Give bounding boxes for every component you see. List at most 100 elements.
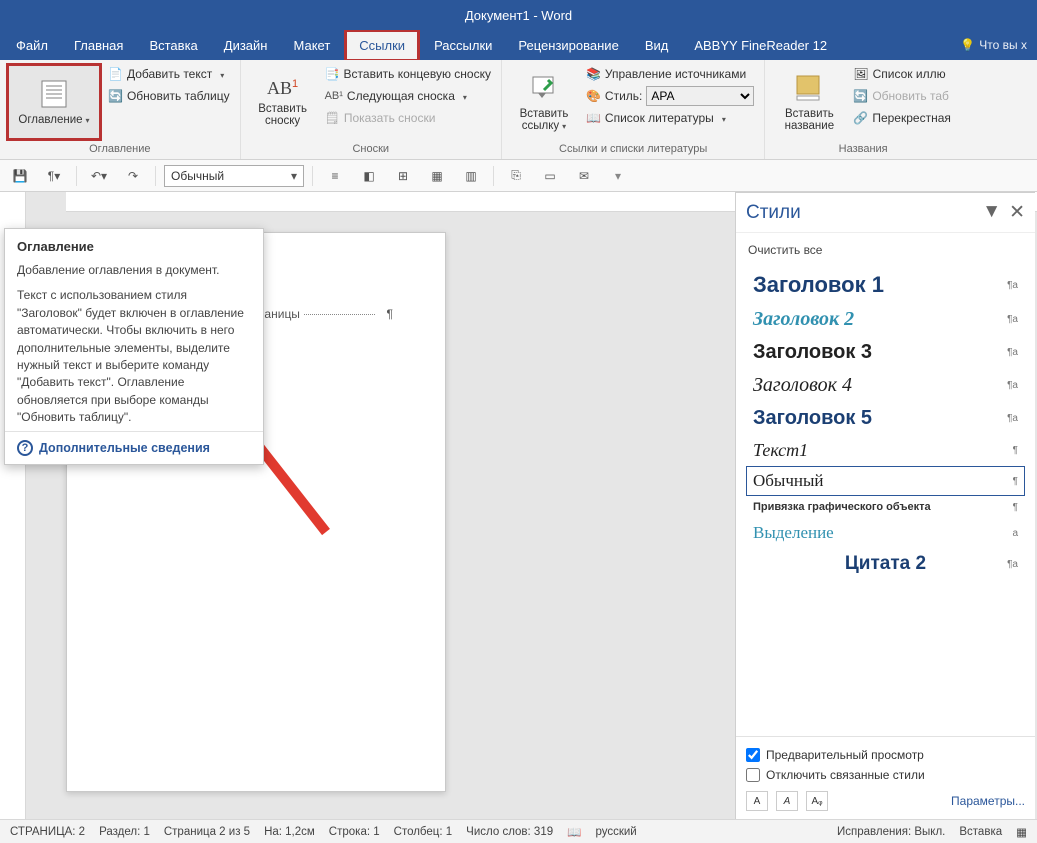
status-insert[interactable]: Вставка	[959, 826, 1002, 838]
tab-home[interactable]: Главная	[62, 32, 135, 59]
tab-abbyy[interactable]: ABBYY FineReader 12	[682, 32, 839, 59]
ribbon-group-toc: Оглавление 📄 Добавить текст 🔄 Обновить т…	[0, 60, 241, 159]
tooltip-summary: Добавление оглавления в документ.	[5, 258, 263, 283]
redo-icon[interactable]: ↷	[119, 164, 147, 188]
envelope-icon[interactable]: ✉	[570, 164, 598, 188]
list-icon[interactable]: ≡	[321, 164, 349, 188]
tab-references[interactable]: Ссылки	[344, 29, 420, 62]
style-heading2[interactable]: Заголовок 2¶a	[746, 303, 1025, 336]
group-label-citations: Ссылки и списки литературы	[508, 141, 758, 159]
sources-icon: 📚	[586, 67, 601, 81]
split-icon[interactable]: ▥	[457, 164, 485, 188]
cross-icon: 🔗	[853, 111, 868, 125]
close-icon[interactable]: ✕	[1009, 201, 1025, 224]
ribbon-tabs: Файл Главная Вставка Дизайн Макет Ссылки…	[0, 30, 1037, 60]
update-captions-button: 🔄 Обновить таб	[849, 85, 955, 107]
screen-tip: Оглавление Добавление оглавления в докум…	[4, 228, 264, 465]
style-heading5[interactable]: Заголовок 5¶a	[746, 402, 1025, 435]
eraser-icon[interactable]: ◧	[355, 164, 383, 188]
styles-pane-title: Стили	[746, 202, 801, 224]
status-language[interactable]: русский	[595, 826, 636, 838]
styles-options-link[interactable]: Параметры...	[951, 794, 1025, 808]
window-title: Документ1 - Word	[465, 8, 572, 23]
styles-pane: Стили ▼ ✕ Очистить все Заголовок 1¶a Заг…	[735, 192, 1035, 819]
copy-icon[interactable]: ⎘	[502, 164, 530, 188]
ribbon-group-footnotes: AB1 Вставить сноску 📑 Вставить концевую …	[241, 60, 502, 159]
update-toc-button[interactable]: 🔄 Обновить таблицу	[104, 85, 234, 107]
tab-mailings[interactable]: Рассылки	[422, 32, 504, 59]
endnote-icon: 📑	[325, 67, 340, 81]
add-text-button[interactable]: 📄 Добавить текст	[104, 63, 234, 85]
figures-list-button[interactable]: 🖼 Список иллю	[849, 63, 955, 85]
new-style-icon[interactable]: A	[746, 791, 768, 811]
style-heading1[interactable]: Заголовок 1¶a	[746, 267, 1025, 303]
status-track[interactable]: Исправления: Выкл.	[837, 826, 945, 838]
tab-insert[interactable]: Вставка	[137, 32, 209, 59]
tell-me[interactable]: 💡 Что вы х	[960, 38, 1033, 52]
status-page[interactable]: СТРАНИЦА: 2	[10, 826, 85, 838]
save-icon[interactable]: 💾	[6, 164, 34, 188]
manage-styles-icon[interactable]: Aᵩ	[806, 791, 828, 811]
ribbon-group-captions: Вставить название 🖼 Список иллю 🔄 Обнови…	[765, 60, 961, 159]
disable-linked-checkbox[interactable]: Отключить связанные стили	[746, 765, 1025, 785]
manage-sources-button[interactable]: 📚 Управление источниками	[582, 63, 758, 85]
style-emphasis[interactable]: Выделениеa	[746, 518, 1025, 548]
tab-review[interactable]: Рецензирование	[506, 32, 630, 59]
style-text1[interactable]: Текст1¶	[746, 435, 1025, 466]
style-anchor[interactable]: Привязка графического объекта¶	[746, 496, 1025, 518]
tooltip-more-link[interactable]: ? Дополнительные сведения	[5, 431, 263, 464]
ribbon-group-citations: Вставить ссылку 📚 Управление источниками…	[502, 60, 765, 159]
style-heading4[interactable]: Заголовок 4¶a	[746, 369, 1025, 402]
undo-icon[interactable]: ↶▾	[85, 164, 113, 188]
refresh-icon: 🔄	[108, 89, 123, 103]
tab-layout[interactable]: Макет	[281, 32, 342, 59]
merge-icon[interactable]: ⊞	[389, 164, 417, 188]
status-page-of[interactable]: Страница 2 из 5	[164, 826, 250, 838]
insert-footnote-button[interactable]: AB1 Вставить сноску	[247, 63, 319, 141]
group-label-captions: Названия	[771, 141, 955, 159]
caption-icon	[793, 72, 825, 104]
proofing-icon[interactable]: 📖	[567, 825, 581, 839]
cross-reference-button[interactable]: 🔗 Перекрестная	[849, 107, 955, 129]
status-at[interactable]: На: 1,2см	[264, 826, 315, 838]
style-quote2[interactable]: Цитата 2¶a	[746, 548, 1025, 580]
style-heading3[interactable]: Заголовок 3¶a	[746, 336, 1025, 369]
citation-icon	[528, 72, 560, 104]
citation-style-select[interactable]: 🎨 Стиль: APA	[582, 85, 758, 107]
add-text-icon: 📄	[108, 67, 123, 81]
pane-options-icon[interactable]: ▼	[982, 201, 1001, 224]
status-line[interactable]: Строка: 1	[329, 826, 380, 838]
status-words[interactable]: Число слов: 319	[466, 826, 553, 838]
insert-endnote-button[interactable]: 📑 Вставить концевую сноску	[321, 63, 495, 85]
citation-style-dropdown[interactable]: APA	[646, 86, 754, 106]
macro-icon[interactable]: ▦	[1016, 825, 1027, 839]
help-icon: ?	[17, 440, 33, 456]
preview-checkbox[interactable]: Предварительный просмотр	[746, 745, 1025, 765]
style-icon: 🎨	[586, 89, 601, 103]
title-bar: Документ1 - Word	[0, 0, 1037, 30]
bibliography-button[interactable]: 📖 Список литературы	[582, 107, 758, 129]
status-bar: СТРАНИЦА: 2 Раздел: 1 Страница 2 из 5 На…	[0, 819, 1037, 843]
table-icon[interactable]: ▦	[423, 164, 451, 188]
tab-file[interactable]: Файл	[4, 32, 60, 59]
bibliography-icon: 📖	[586, 111, 601, 125]
show-marks-icon[interactable]: ¶▾	[40, 164, 68, 188]
tab-view[interactable]: Вид	[633, 32, 681, 59]
quick-style-select[interactable]: Обычный▾	[164, 165, 304, 187]
next-footnote-button[interactable]: AB¹ Следующая сноска	[321, 85, 495, 107]
status-column[interactable]: Столбец: 1	[394, 826, 453, 838]
toc-icon	[38, 78, 70, 110]
chevron-down-icon[interactable]: ▾	[604, 164, 632, 188]
style-normal[interactable]: Обычный¶	[746, 466, 1025, 496]
clear-all[interactable]: Очистить все	[746, 239, 1025, 267]
ribbon: Оглавление 📄 Добавить текст 🔄 Обновить т…	[0, 60, 1037, 160]
toc-button[interactable]: Оглавление	[6, 63, 102, 141]
status-section[interactable]: Раздел: 1	[99, 826, 150, 838]
style-inspector-icon[interactable]: A	[776, 791, 798, 811]
insert-caption-button[interactable]: Вставить название	[771, 63, 847, 141]
insert-citation-button[interactable]: Вставить ссылку	[508, 63, 580, 141]
bulb-icon: 💡	[960, 38, 975, 52]
page-icon[interactable]: ▭	[536, 164, 564, 188]
fig-icon: 🖼	[853, 67, 868, 81]
tab-design[interactable]: Дизайн	[212, 32, 280, 59]
